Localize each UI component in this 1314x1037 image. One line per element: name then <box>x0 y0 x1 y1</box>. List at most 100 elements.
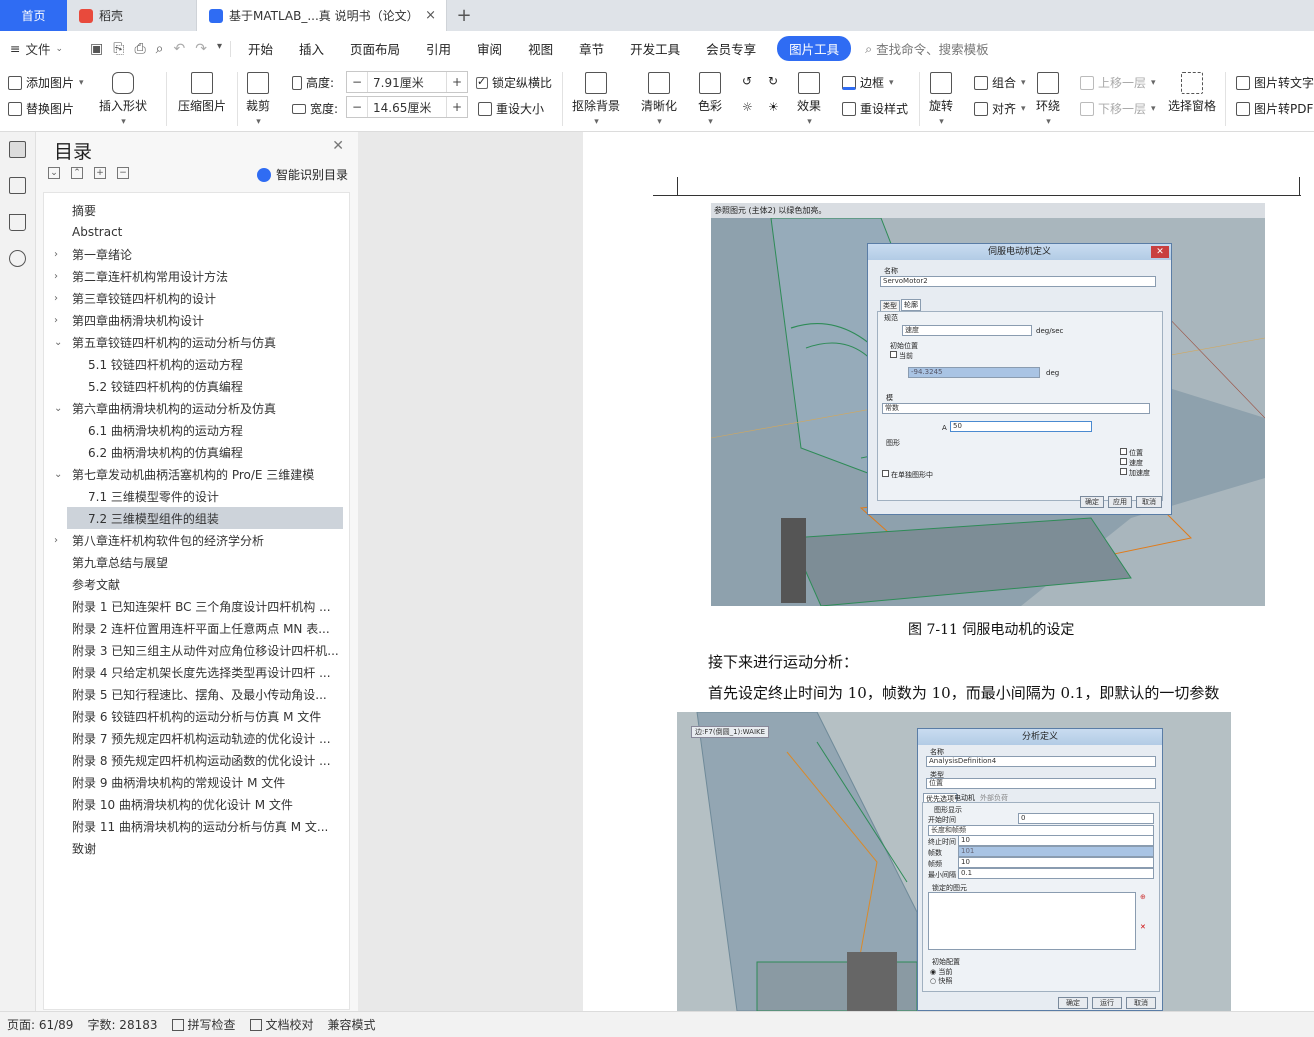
navigation-icon[interactable] <box>9 177 26 194</box>
remove-background-button[interactable]: 抠除背景 <box>572 72 620 127</box>
height-value[interactable]: 7.91厘米 <box>367 72 447 92</box>
menu-item-0[interactable]: 开始 <box>235 39 286 58</box>
toc-item[interactable]: 摘要 <box>54 199 344 221</box>
servo-tab-profile[interactable]: 轮廓 <box>901 299 921 311</box>
toc-item[interactable]: 6.1 曲柄滑块机构的运动方程 <box>54 419 344 441</box>
smart-toc-button[interactable]: 智能识别目录 <box>256 166 348 183</box>
align-button[interactable]: 对齐 <box>974 100 1026 117</box>
toc-item[interactable]: 6.2 曲柄滑块机构的仿真编程 <box>54 441 344 463</box>
lock-ratio-checkbox[interactable]: 锁定纵横比 <box>476 74 552 91</box>
height-input[interactable]: −7.91厘米 + <box>346 71 468 93</box>
replace-picture-button[interactable]: 替换图片 <box>8 100 74 117</box>
analysis-end-time-field[interactable]: 10 <box>958 835 1154 846</box>
analysis-ok-button[interactable]: 确定 <box>1058 997 1088 1009</box>
toc-item[interactable]: › 第二章连杆机构常用设计方法 <box>54 265 344 287</box>
brightness-icon[interactable]: ☼ <box>742 100 753 114</box>
analysis-min-interval-field[interactable]: 0.1 <box>958 868 1154 879</box>
toc-item[interactable]: 附录 2 连杆位置用连杆平面上任意两点 MN 表... <box>54 617 344 639</box>
page-indicator[interactable]: 页面: 61/89 <box>7 1016 73 1033</box>
servo-init-value-field[interactable]: -94.3245 <box>908 367 1040 378</box>
color-button[interactable]: 色彩 <box>698 72 722 127</box>
servo-ok-button[interactable]: 确定 <box>1080 496 1104 508</box>
chevron-right-icon[interactable]: › <box>54 535 64 546</box>
toc-item[interactable]: 附录 3 已知三组主从动件对应角位移设计四杆机... <box>54 639 344 661</box>
proofread-button[interactable]: 文档校对 <box>249 1016 314 1033</box>
toc-item[interactable]: 7.1 三维模型零件的设计 <box>54 485 344 507</box>
picture-to-pdf-button[interactable]: 图片转PDF <box>1236 100 1313 117</box>
analysis-cancel-button[interactable]: 取消 <box>1126 997 1156 1009</box>
preview-icon[interactable]: ⌕ <box>156 41 164 57</box>
picture-to-text-button[interactable]: 图片转文字 <box>1236 74 1314 91</box>
rotate-button[interactable]: 旋转 <box>929 72 953 127</box>
toc-item[interactable]: 附录 10 曲柄滑块机构的优化设计 M 文件 <box>54 793 344 815</box>
save-icon[interactable]: ▣ <box>90 41 103 57</box>
delete-entity-icon[interactable]: ✕ <box>1140 923 1146 931</box>
toc-item[interactable]: 参考文献 <box>54 573 344 595</box>
reset-size-button[interactable]: 重设大小 <box>478 100 544 117</box>
collapse-all-icon[interactable]: ⌄ <box>48 167 60 179</box>
toc-item[interactable]: 7.2 三维模型组件的组装 <box>67 507 343 529</box>
reset-style-button[interactable]: 重设样式 <box>842 100 908 117</box>
bring-forward-button[interactable]: 上移一层 <box>1080 74 1156 91</box>
servo-speed-select[interactable]: 速度 <box>902 325 1032 336</box>
undo-icon[interactable]: ↶ <box>173 41 185 57</box>
menu-item-7[interactable]: 开发工具 <box>617 39 693 58</box>
toc-item[interactable]: › 第三章铰链四杆机构的设计 <box>54 287 344 309</box>
toc-item[interactable]: › 第四章曲柄滑块机构设计 <box>54 309 344 331</box>
command-search[interactable]: ⌕ 查找命令、搜索模板 <box>865 39 989 58</box>
analysis-name-field[interactable]: AnalysisDefinition4 <box>926 756 1156 767</box>
height-increase-button[interactable]: + <box>447 72 467 92</box>
word-count[interactable]: 字数: 28183 <box>87 1016 157 1033</box>
servo-single-graph-checkbox[interactable]: 在单独图形中 <box>882 470 933 480</box>
toc-item[interactable]: 附录 9 曲柄滑块机构的常规设计 M 文件 <box>54 771 344 793</box>
toc-item[interactable]: 附录 5 已知行程速比、摆角、及最小传动角设... <box>54 683 344 705</box>
toc-item[interactable]: Abstract <box>54 221 344 243</box>
menu-item-1[interactable]: 插入 <box>286 39 337 58</box>
contrast-icon[interactable]: ☀ <box>768 100 779 114</box>
toc-item[interactable]: ⌄ 第六章曲柄滑块机构的运动分析及仿真 <box>54 397 344 419</box>
border-button[interactable]: 边框 <box>842 74 894 91</box>
servo-apply-button[interactable]: 应用 <box>1108 496 1132 508</box>
chevron-right-icon[interactable]: › <box>54 293 64 304</box>
tab-daoke[interactable]: 稻壳 <box>67 0 197 31</box>
group-button[interactable]: 组合 <box>974 74 1026 91</box>
sharpen-button[interactable]: 清晰化 <box>641 72 677 127</box>
expand-all-icon[interactable]: ⌃ <box>71 167 83 179</box>
redo-icon[interactable]: ↷ <box>195 41 207 57</box>
analysis-frame-rate-field[interactable]: 10 <box>958 857 1154 868</box>
print-icon[interactable]: ⎙ <box>134 41 145 57</box>
toc-item[interactable]: 附录 11 曲柄滑块机构的运动分析与仿真 M 文... <box>54 815 344 837</box>
add-entity-icon[interactable]: ⊕ <box>1140 893 1146 901</box>
chevron-down-icon[interactable]: ⌄ <box>54 337 64 348</box>
menu-item-4[interactable]: 审阅 <box>464 39 515 58</box>
add-picture-button[interactable]: 添加图片 <box>8 74 84 91</box>
servo-opt-accel[interactable]: 加速度 <box>1120 468 1150 478</box>
send-backward-button[interactable]: 下移一层 <box>1080 100 1156 117</box>
analysis-frames-field[interactable]: 101 <box>958 846 1154 857</box>
menu-item-6[interactable]: 章节 <box>566 39 617 58</box>
servo-name-field[interactable]: ServoMotor2 <box>880 276 1156 287</box>
toc-item[interactable]: 附录 8 预先规定四杆机构运动函数的优化设计 ... <box>54 749 344 771</box>
compress-picture-button[interactable]: 压缩图片 <box>178 72 226 114</box>
toc-item[interactable]: 致谢 <box>54 837 344 859</box>
more-icon[interactable]: ▾ <box>217 41 222 57</box>
toc-item[interactable]: 5.2 铰链四杆机构的仿真编程 <box>54 375 344 397</box>
analysis-locked-list[interactable] <box>928 892 1136 950</box>
analysis-start-time-field[interactable]: 0 <box>1018 813 1154 824</box>
toc-item[interactable]: › 第一章绪论 <box>54 243 344 265</box>
toc-icon[interactable] <box>9 141 26 158</box>
figure-servo-motor[interactable]: 参照图元 (主体2) 以绿色加亮。 伺服电动机定义 ✕ 名称 ServoMotor… <box>711 203 1265 606</box>
select-pane-button[interactable]: 选择窗格 <box>1168 72 1216 114</box>
toc-item[interactable]: › 第八章连杆机构软件包的经济学分析 <box>54 529 344 551</box>
chevron-down-icon[interactable]: ⌄ <box>54 469 64 480</box>
menu-item-8[interactable]: 会员专享 <box>693 39 769 58</box>
menu-item-2[interactable]: 页面布局 <box>337 39 413 58</box>
servo-opt-position[interactable]: 位置 <box>1120 448 1143 458</box>
analysis-snapshot-radio[interactable]: ○ 快照 <box>930 976 952 986</box>
rotate-left-icon[interactable]: ↺ <box>742 74 752 88</box>
width-input[interactable]: −14.65厘米 + <box>346 96 468 118</box>
menu-item-3[interactable]: 引用 <box>413 39 464 58</box>
figure-analysis-definition[interactable]: 边:F7(倒圆_1):WAIKE 分析定义 名称 AnalysisDefinit… <box>677 712 1231 1011</box>
export-icon[interactable]: ⎘ <box>113 41 124 57</box>
toc-item[interactable]: 5.1 铰链四杆机构的运动方程 <box>54 353 344 375</box>
